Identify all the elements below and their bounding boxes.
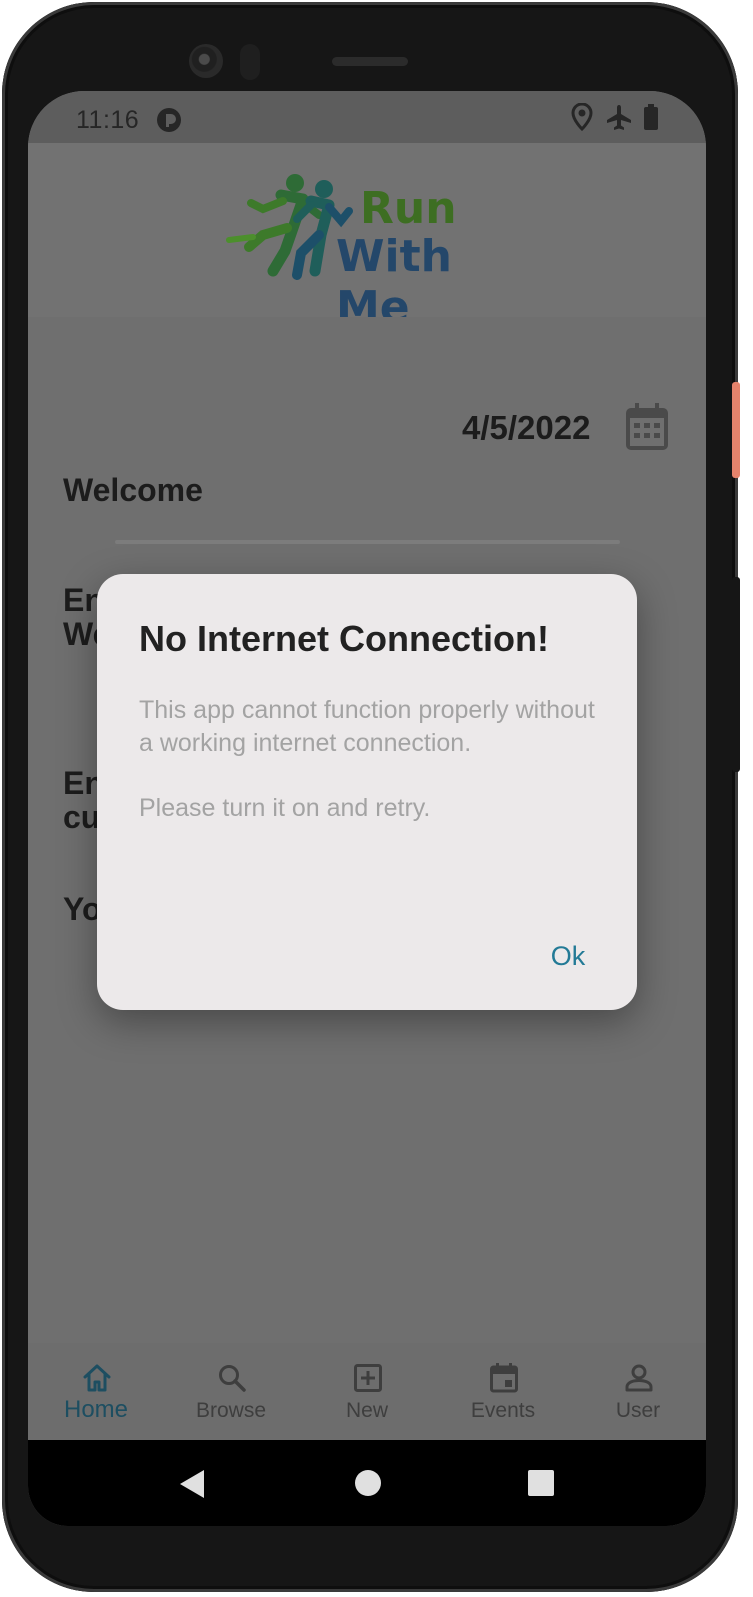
nav-new-label: New — [345, 1399, 388, 1422]
nav-new[interactable]: New — [312, 1343, 422, 1440]
add-box-icon — [354, 1364, 382, 1392]
no-internet-dialog: No Internet Connection! This app cannot … — [97, 574, 637, 1010]
home-icon — [83, 1364, 111, 1392]
current-date: 4/5/2022 — [462, 409, 591, 446]
search-icon — [219, 1365, 246, 1392]
nav-user[interactable]: User — [583, 1343, 693, 1440]
nav-browse-label: Browse — [195, 1399, 267, 1422]
run-with-me-logo: Run With Me — [223, 173, 523, 333]
dialog-body: This app cannot function properly withou… — [139, 694, 599, 825]
nav-user-label: User — [615, 1399, 661, 1422]
nav-browse[interactable]: Browse — [176, 1343, 286, 1440]
proximity-sensor — [240, 44, 260, 80]
back-icon[interactable] — [178, 1469, 206, 1499]
nav-home[interactable]: Home — [41, 1343, 151, 1440]
system-navigation-bar — [28, 1440, 706, 1526]
runners-logo-icon — [226, 174, 353, 280]
app-header: Run With Me — [28, 143, 706, 333]
volume-button — [732, 382, 740, 478]
dialog-instruction: Please turn it on and retry. — [139, 794, 431, 822]
event-icon — [490, 1363, 518, 1393]
ok-button[interactable]: Ok — [537, 936, 599, 976]
notification-icon — [157, 108, 181, 132]
logo-text-run: Run — [360, 183, 457, 234]
bottom-navigation: Home Browse New Events User — [28, 1343, 706, 1440]
dialog-title: No Internet Connection! — [139, 618, 549, 659]
location-icon — [571, 103, 593, 131]
battery-icon — [644, 104, 658, 130]
dialog-message: This app cannot function properly withou… — [139, 696, 595, 757]
welcome-heading: Welcome — [63, 472, 203, 508]
home-circle-icon[interactable] — [354, 1469, 382, 1497]
user-icon — [625, 1364, 653, 1392]
section-heading-4: Yo — [63, 892, 102, 926]
earpiece-speaker — [332, 57, 408, 66]
nav-events[interactable]: Events — [448, 1343, 558, 1440]
calendar-icon[interactable] — [625, 403, 669, 451]
airplane-mode-icon — [607, 105, 631, 130]
recents-icon[interactable] — [528, 1470, 554, 1496]
status-time: 11:16 — [76, 106, 140, 134]
power-button — [732, 577, 740, 772]
nav-events-label: Events — [470, 1399, 536, 1422]
section-divider — [115, 540, 620, 544]
front-camera — [189, 44, 223, 78]
section-heading-4-line1: Yo — [63, 891, 102, 927]
nav-home-label: Home — [63, 1396, 129, 1423]
status-bar: 11:16 — [28, 91, 706, 143]
